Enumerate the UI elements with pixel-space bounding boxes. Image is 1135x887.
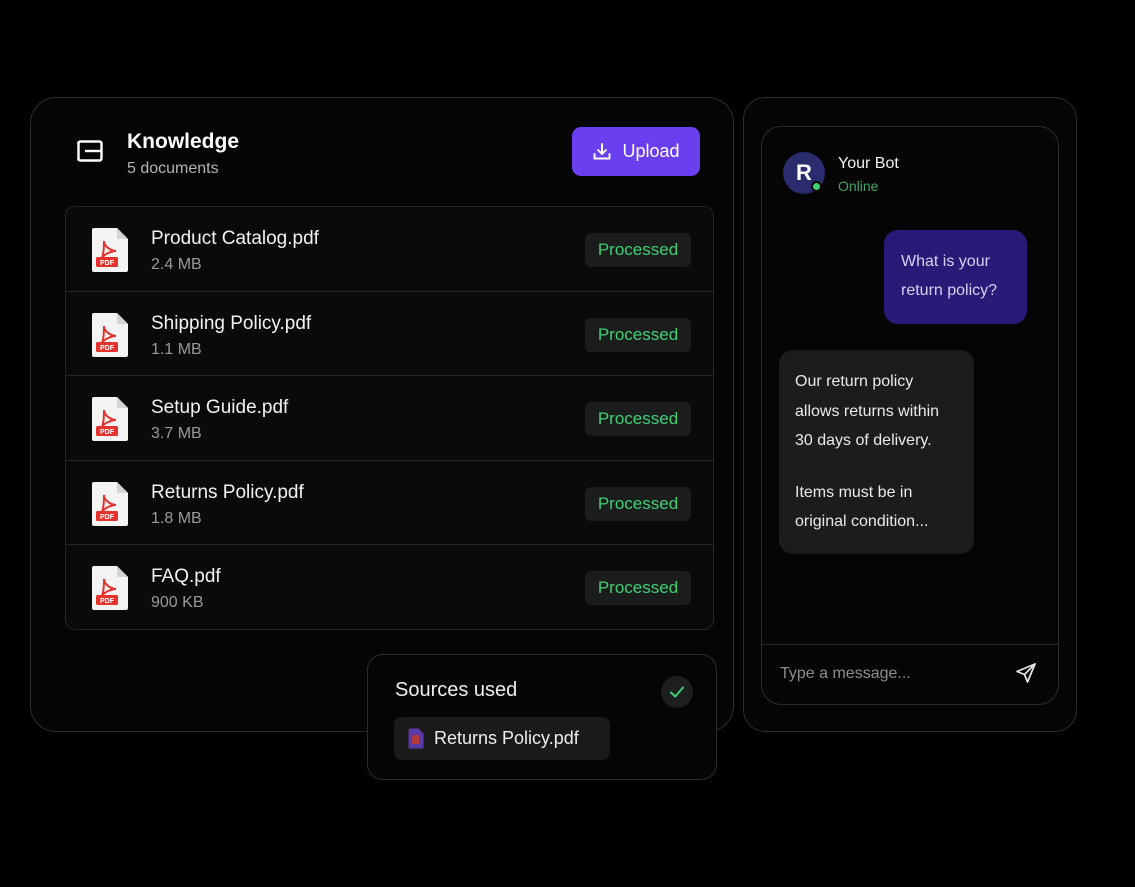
bot-status: Online: [838, 178, 879, 194]
pdf-file-icon: PDF: [92, 481, 128, 526]
pdf-file-icon: PDF: [92, 397, 128, 442]
source-file-chip[interactable]: Returns Policy.pdf: [394, 717, 610, 760]
document-name: FAQ.pdf: [151, 566, 221, 588]
document-list: PDF Product Catalog.pdf 2.4 MB Processed…: [65, 206, 714, 630]
svg-text:PDF: PDF: [100, 260, 115, 267]
document-row[interactable]: PDF Returns Policy.pdf 1.8 MB Processed: [66, 461, 713, 546]
svg-text:PDF: PDF: [100, 429, 115, 436]
document-name: Shipping Policy.pdf: [151, 312, 312, 334]
knowledge-title: Knowledge: [127, 130, 240, 153]
document-size: 1.1 MB: [151, 340, 202, 358]
pdf-file-icon: PDF: [92, 566, 128, 611]
pdf-file-icon: PDF: [92, 312, 128, 357]
check-badge: [661, 676, 693, 708]
document-count: 5 documents: [127, 160, 219, 177]
upload-icon: [594, 142, 611, 159]
source-file-name: Returns Policy.pdf: [434, 728, 579, 748]
knowledge-panel: Knowledge 5 documents Upload PDF Product…: [30, 97, 734, 732]
bot-name: Your Bot: [838, 155, 899, 172]
document-name: Setup Guide.pdf: [151, 397, 289, 419]
document-size: 900 KB: [151, 594, 204, 612]
status-badge: Processed: [585, 233, 691, 267]
chat-panel-frame: R Your Bot Online What is your return po…: [743, 97, 1077, 732]
message-input[interactable]: [780, 661, 1000, 687]
send-icon: [1016, 663, 1036, 683]
upload-button[interactable]: Upload: [572, 127, 700, 176]
upload-label: Upload: [622, 141, 680, 161]
document-row[interactable]: PDF Product Catalog.pdf 2.4 MB Processed: [66, 207, 713, 292]
status-badge: Processed: [585, 402, 691, 437]
bot-message-paragraph: Items must be in original condition...: [795, 483, 929, 531]
message-composer: [762, 644, 1058, 704]
document-row[interactable]: PDF Shipping Policy.pdf 1.1 MB Processed: [66, 292, 713, 377]
document-row[interactable]: PDF Setup Guide.pdf 3.7 MB Processed: [66, 376, 713, 461]
svg-text:PDF: PDF: [100, 514, 115, 521]
sources-used-card: Sources used Returns Policy.pdf: [367, 654, 717, 780]
document-name: Product Catalog.pdf: [151, 228, 319, 249]
sidebar-toggle-icon[interactable]: [77, 140, 103, 162]
stage: Knowledge 5 documents Upload PDF Product…: [0, 0, 1135, 887]
bot-message-paragraph: Our return policy allows returns within …: [795, 373, 940, 449]
pdf-file-icon: [408, 728, 424, 749]
svg-text:PDF: PDF: [100, 345, 115, 352]
status-badge: Processed: [585, 486, 691, 521]
user-message-bubble: What is your return policy?: [884, 230, 1027, 324]
knowledge-header: Knowledge 5 documents Upload: [31, 98, 733, 206]
document-size: 2.4 MB: [151, 256, 202, 273]
bot-message-bubble: Our return policy allows returns within …: [779, 350, 974, 554]
chat-panel: R Your Bot Online What is your return po…: [761, 126, 1059, 705]
sources-title: Sources used: [395, 679, 518, 701]
check-icon: [670, 686, 684, 698]
online-indicator: [811, 181, 822, 192]
document-name: Returns Policy.pdf: [151, 481, 304, 503]
document-size: 1.8 MB: [151, 509, 202, 527]
document-size: 3.7 MB: [151, 425, 202, 443]
send-button[interactable]: [1014, 662, 1038, 686]
document-row[interactable]: PDF FAQ.pdf 900 KB Processed: [66, 545, 713, 629]
status-badge: Processed: [585, 317, 691, 352]
status-badge: Processed: [585, 571, 691, 606]
svg-text:PDF: PDF: [100, 598, 115, 605]
pdf-file-icon: PDF: [92, 228, 128, 272]
